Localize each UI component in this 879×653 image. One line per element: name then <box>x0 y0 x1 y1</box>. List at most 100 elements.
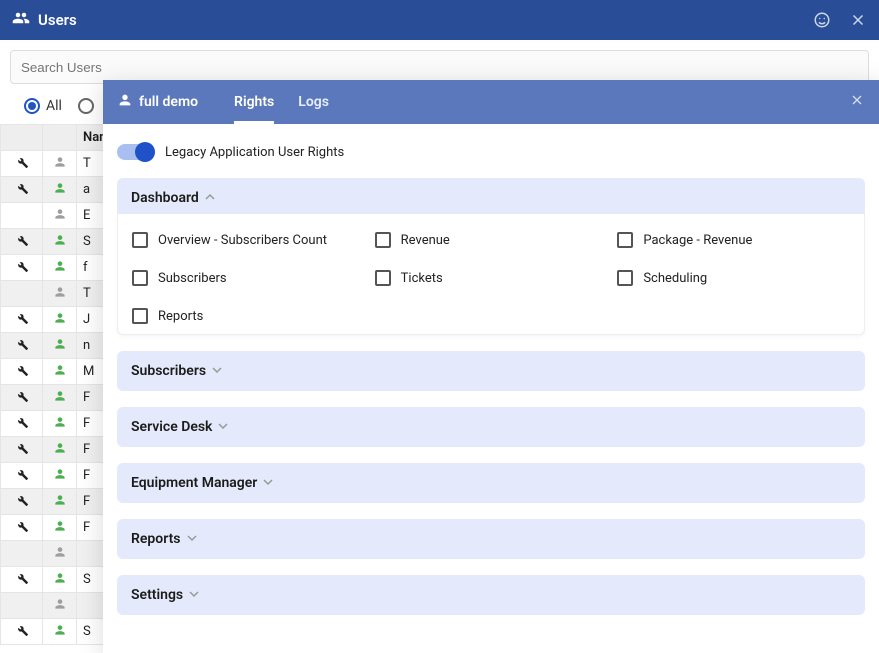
checkbox-icon[interactable] <box>375 270 391 286</box>
section-settings-title: Settings <box>131 587 183 603</box>
right-label: Revenue <box>401 233 450 248</box>
person-icon <box>43 281 77 307</box>
wrench-icon[interactable] <box>1 229 43 255</box>
col-avatar <box>43 125 77 151</box>
section-subscribers: Subscribers <box>117 351 865 391</box>
section-reports: Reports <box>117 519 865 559</box>
person-icon <box>43 437 77 463</box>
panel-header: full demo Rights Logs <box>103 80 879 124</box>
section-equipment-manager-header[interactable]: Equipment Manager <box>117 463 865 503</box>
section-reports-title: Reports <box>131 531 181 547</box>
right-checkbox[interactable]: Subscribers <box>132 270 365 286</box>
right-label: Reports <box>158 309 203 324</box>
right-checkbox[interactable]: Package - Revenue <box>617 232 850 248</box>
checkbox-icon[interactable] <box>617 232 633 248</box>
right-checkbox[interactable]: Tickets <box>375 270 608 286</box>
wrench-icon[interactable] <box>1 359 43 385</box>
person-icon <box>43 411 77 437</box>
caret-down-icon <box>189 587 199 603</box>
section-service-desk-title: Service Desk <box>131 419 212 435</box>
wrench-icon[interactable] <box>1 177 43 203</box>
right-label: Tickets <box>401 271 443 286</box>
section-service-desk: Service Desk <box>117 407 865 447</box>
section-subscribers-title: Subscribers <box>131 363 206 379</box>
wrench-icon[interactable] <box>1 541 43 567</box>
caret-down-icon <box>187 531 197 547</box>
section-dashboard-title: Dashboard <box>131 190 199 206</box>
person-icon <box>43 203 77 229</box>
filter-radio-other[interactable] <box>78 98 94 114</box>
section-service-desk-header[interactable]: Service Desk <box>117 407 865 447</box>
search-input[interactable] <box>10 50 869 84</box>
checkbox-icon[interactable] <box>617 270 633 286</box>
person-icon <box>43 619 77 645</box>
section-settings: Settings <box>117 575 865 615</box>
person-icon <box>43 385 77 411</box>
col-wrench <box>1 125 43 151</box>
wrench-icon[interactable] <box>1 255 43 281</box>
caret-down-icon <box>212 363 222 379</box>
tab-rights[interactable]: Rights <box>234 80 274 124</box>
legacy-toggle[interactable] <box>117 144 153 160</box>
person-icon <box>43 515 77 541</box>
checkbox-icon[interactable] <box>132 270 148 286</box>
person-icon <box>43 463 77 489</box>
legacy-toggle-label: Legacy Application User Rights <box>165 145 344 160</box>
right-checkbox[interactable]: Revenue <box>375 232 608 248</box>
person-icon <box>43 541 77 567</box>
right-checkbox[interactable]: Scheduling <box>617 270 850 286</box>
tab-logs[interactable]: Logs <box>298 80 329 124</box>
filter-radio-all[interactable]: All <box>24 98 62 114</box>
checkbox-icon[interactable] <box>132 232 148 248</box>
wrench-icon[interactable] <box>1 489 43 515</box>
section-dashboard: Dashboard Overview - Subscribers Count Re… <box>117 178 865 335</box>
wrench-icon[interactable] <box>1 385 43 411</box>
right-label: Package - Revenue <box>643 233 752 248</box>
right-label: Overview - Subscribers Count <box>158 233 327 248</box>
rights-panel: full demo Rights Logs Legacy Application… <box>103 80 879 653</box>
panel-user-name: full demo <box>139 94 198 110</box>
person-icon <box>43 255 77 281</box>
wrench-icon[interactable] <box>1 437 43 463</box>
checkbox-icon[interactable] <box>375 232 391 248</box>
wrench-icon[interactable] <box>1 307 43 333</box>
users-icon <box>12 9 30 31</box>
person-icon <box>43 489 77 515</box>
wrench-icon[interactable] <box>1 281 43 307</box>
section-settings-header[interactable]: Settings <box>117 575 865 615</box>
person-icon <box>43 567 77 593</box>
section-subscribers-header[interactable]: Subscribers <box>117 351 865 391</box>
caret-down-icon <box>263 475 273 491</box>
checkbox-icon[interactable] <box>132 308 148 324</box>
person-icon <box>43 177 77 203</box>
person-icon <box>43 593 77 619</box>
smiley-icon[interactable] <box>813 11 831 29</box>
section-reports-header[interactable]: Reports <box>117 519 865 559</box>
right-label: Scheduling <box>643 271 707 286</box>
panel-user: full demo <box>117 92 198 112</box>
right-checkbox[interactable]: Reports <box>132 308 365 324</box>
wrench-icon[interactable] <box>1 619 43 645</box>
wrench-icon[interactable] <box>1 151 43 177</box>
section-dashboard-header[interactable]: Dashboard <box>117 178 865 218</box>
page-title: Users <box>38 11 77 29</box>
wrench-icon[interactable] <box>1 515 43 541</box>
person-icon <box>117 92 133 112</box>
wrench-icon[interactable] <box>1 593 43 619</box>
wrench-icon[interactable] <box>1 567 43 593</box>
section-equipment-manager: Equipment Manager <box>117 463 865 503</box>
person-icon <box>43 359 77 385</box>
legacy-toggle-row: Legacy Application User Rights <box>117 138 865 178</box>
right-label: Subscribers <box>158 271 227 286</box>
titlebar-close-icon[interactable] <box>849 11 867 29</box>
wrench-icon[interactable] <box>1 203 43 229</box>
wrench-icon[interactable] <box>1 411 43 437</box>
wrench-icon[interactable] <box>1 463 43 489</box>
caret-down-icon <box>218 419 228 435</box>
app-titlebar: Users <box>0 0 879 40</box>
right-checkbox[interactable]: Overview - Subscribers Count <box>132 232 365 248</box>
wrench-icon[interactable] <box>1 333 43 359</box>
person-icon <box>43 333 77 359</box>
person-icon <box>43 151 77 177</box>
panel-close-icon[interactable] <box>849 92 865 112</box>
